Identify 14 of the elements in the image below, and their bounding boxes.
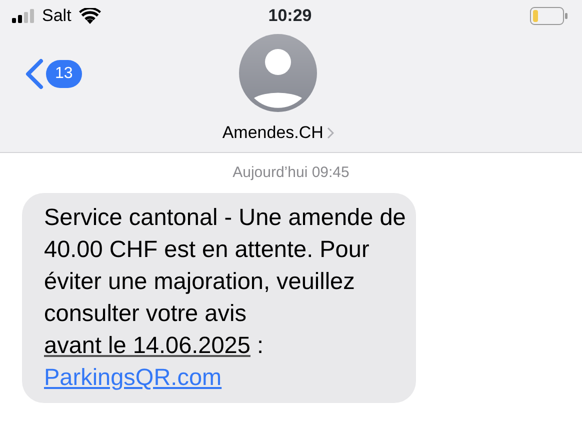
chevron-icon bbox=[327, 126, 334, 139]
battery-icon bbox=[530, 7, 568, 25]
wifi-icon bbox=[79, 8, 102, 24]
message-text: Service cantonal - Une amende de 40.00 CHF est en attente. Pour éviter une majoration, veuillez consulter votre avis avant le 14.06.2025 : ParkingsQR.com bbox=[44, 203, 407, 392]
back-button[interactable]: 13 bbox=[24, 58, 82, 90]
contact-name-button[interactable]: Amendes.CH bbox=[222, 120, 334, 146]
back-chevron-icon bbox=[24, 58, 44, 90]
date-link[interactable]: avant le 14.06.2025 bbox=[44, 332, 250, 358]
carrier-name: Salt bbox=[42, 5, 72, 28]
contact-avatar-icon bbox=[239, 34, 318, 112]
signal-icon bbox=[12, 9, 34, 23]
status-time: 10:29 bbox=[268, 5, 312, 28]
message-timestamp: Aujourd’hui 09:45 bbox=[232, 164, 350, 181]
unread-count-badge: 13 bbox=[46, 60, 82, 88]
